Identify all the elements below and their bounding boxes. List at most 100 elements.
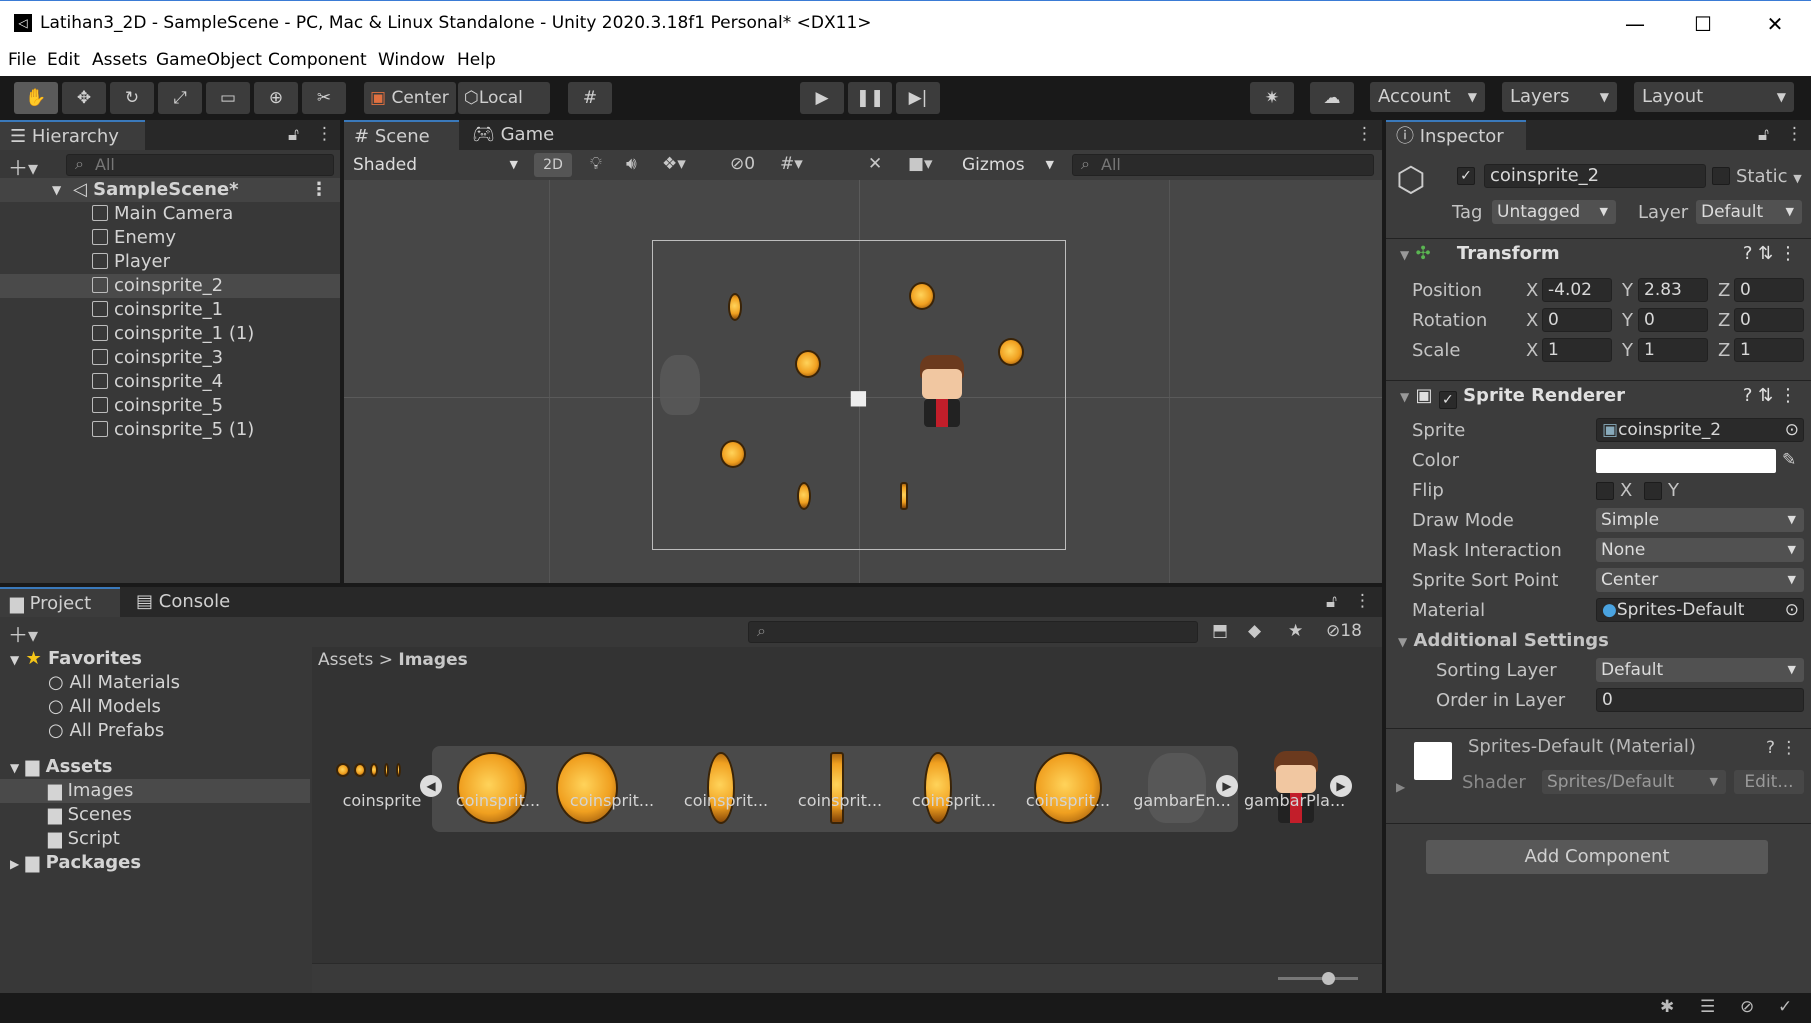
additional-settings-foldout[interactable]: ▼ Additional Settings <box>1398 630 1609 651</box>
cache-icon[interactable]: ☰ <box>1700 997 1715 1017</box>
tab-console[interactable]: ▤ Console <box>126 587 246 617</box>
mask-interaction-dropdown[interactable]: None ▼ <box>1596 538 1804 562</box>
list-item-selected[interactable]: coinsprite_2 <box>0 274 340 298</box>
order-in-layer-field[interactable]: 0 <box>1596 688 1804 712</box>
rect-tool-icon[interactable]: ▭ <box>206 82 250 114</box>
flip-x-checkbox[interactable] <box>1596 482 1614 500</box>
coin-sprite[interactable] <box>728 293 742 321</box>
material-field[interactable]: ●Sprites-Default ⊙ <box>1596 598 1804 622</box>
favorite-item[interactable]: ○ All Prefabs <box>0 719 340 743</box>
space-local-toggle[interactable]: ⬡Local <box>458 82 550 114</box>
scene-viewport[interactable]: ■ <box>344 180 1382 583</box>
lock-icon[interactable]: 🔓︎ <box>288 125 299 145</box>
list-item[interactable]: Enemy <box>0 226 340 250</box>
list-item[interactable]: coinsprite_5 <box>0 394 340 418</box>
active-checkbox[interactable]: ✓ <box>1457 167 1475 185</box>
tag-dropdown[interactable]: Untagged ▼ <box>1492 200 1616 224</box>
draw-mode-dropdown[interactable]: Simple ▼ <box>1596 508 1804 532</box>
scale-y-field[interactable]: 1 <box>1638 338 1708 362</box>
transform-header[interactable]: ▼ ✣ Transform ? ⇅ ⋮ <box>1386 238 1811 268</box>
object-picker-icon[interactable]: ⊙ <box>1785 419 1799 441</box>
shading-mode-dropdown[interactable]: Shaded ▼ <box>348 153 526 177</box>
toggle-2d-button[interactable]: 2D <box>534 153 572 177</box>
create-asset-button[interactable]: ＋▾ <box>8 619 38 648</box>
thumb-coinsprit-5[interactable] <box>924 752 952 824</box>
pivot-center-toggle[interactable]: ▣ Center <box>364 82 456 114</box>
object-picker-icon[interactable]: ⊙ <box>1785 599 1799 621</box>
favorites-header[interactable]: ▼ ★ Favorites <box>0 647 340 671</box>
sort-point-dropdown[interactable]: Center ▼ <box>1596 568 1804 592</box>
lock-icon[interactable]: 🔓︎ <box>1758 125 1769 145</box>
enabled-checkbox[interactable]: ✓ <box>1438 391 1457 409</box>
scale-z-field[interactable]: 1 <box>1734 338 1804 362</box>
edit-shader-button[interactable]: Edit... <box>1734 770 1804 794</box>
layout-dropdown[interactable]: Layout ▼ <box>1634 82 1794 112</box>
camera-icon[interactable]: ■▾ <box>908 154 933 174</box>
list-item[interactable]: Main Camera <box>0 202 340 226</box>
maximize-button[interactable]: ☐ <box>1683 9 1723 39</box>
effects-icon[interactable]: ❖▾ <box>662 154 686 174</box>
hand-tool-icon[interactable]: ✋ <box>14 82 58 114</box>
cloud-icon[interactable]: ☁ <box>1310 82 1354 114</box>
more-menu-icon[interactable]: ⋮ <box>316 124 333 144</box>
move-tool-icon[interactable]: ✥ <box>62 82 106 114</box>
auto-generate-icon[interactable]: ⊘ <box>1740 997 1754 1017</box>
static-label[interactable]: Static ▼ <box>1736 166 1802 187</box>
menu-window[interactable]: Window <box>378 50 445 70</box>
play-button[interactable]: ▶ <box>800 82 844 114</box>
tab-inspector[interactable]: ⓘ Inspector <box>1386 120 1526 150</box>
player-sprite[interactable] <box>914 355 970 433</box>
tab-hierarchy[interactable]: ☰ Hierarchy <box>0 120 145 150</box>
thumb-coinsprite[interactable] <box>336 761 416 781</box>
audio-icon[interactable]: 🔊︎ <box>626 154 637 174</box>
list-item[interactable]: coinsprite_5 (1) <box>0 418 340 442</box>
breadcrumb-images[interactable]: Images <box>398 650 467 670</box>
layers-dropdown[interactable]: Layers ▼ <box>1502 82 1617 112</box>
menu-assets[interactable]: Assets <box>92 50 147 70</box>
position-x-field[interactable]: -4.02 <box>1542 278 1612 302</box>
folder-scenes[interactable]: ▆ Scenes <box>0 803 340 827</box>
position-z-field[interactable]: 0 <box>1734 278 1804 302</box>
menu-component[interactable]: Component <box>268 50 367 70</box>
thumb-gambarenemy[interactable] <box>1148 753 1206 823</box>
collab-icon[interactable]: ✷ <box>1250 82 1294 114</box>
rotation-z-field[interactable]: 0 <box>1734 308 1804 332</box>
thumb-coinsprit-6[interactable] <box>1034 752 1102 824</box>
grid-snap-icon[interactable]: # <box>568 82 612 114</box>
sorting-layer-dropdown[interactable]: Default ▼ <box>1596 658 1804 682</box>
thumb-size-slider[interactable] <box>1278 977 1358 980</box>
object-name-field[interactable]: coinsprite_2 <box>1484 164 1706 188</box>
scene-search-input[interactable]: All <box>1072 154 1374 176</box>
pause-button[interactable]: ❚❚ <box>848 82 892 114</box>
packages-folder[interactable]: ▶ ▆ Packages <box>0 851 340 875</box>
layer-dropdown[interactable]: Default ▼ <box>1696 200 1802 224</box>
hidden-objects-toggle[interactable]: ⊘0 <box>730 154 755 174</box>
grid-visibility-icon[interactable]: #▾ <box>780 154 803 174</box>
menu-file[interactable]: File <box>8 50 36 70</box>
more-menu-icon[interactable]: ⋮ <box>1356 124 1373 144</box>
coin-sprite[interactable] <box>720 440 746 468</box>
thumb-gambarplayer[interactable] <box>1270 751 1322 829</box>
rotate-tool-icon[interactable]: ↻ <box>110 82 154 114</box>
sprite-field[interactable]: ▣coinsprite_2 ⊙ <box>1596 418 1804 442</box>
more-menu-icon[interactable]: ⋮ <box>310 178 328 202</box>
tools-icon[interactable]: ✕ <box>868 154 882 174</box>
enemy-sprite[interactable] <box>660 355 700 415</box>
favorite-item[interactable]: ○ All Models <box>0 695 340 719</box>
rotation-x-field[interactable]: 0 <box>1542 308 1612 332</box>
expand-arrow-icon[interactable]: ▶ <box>1396 780 1405 794</box>
favorite-item[interactable]: ○ All Materials <box>0 671 340 695</box>
component-menu-icons[interactable]: ? ⇅ ⋮ <box>1743 381 1797 411</box>
thumb-coinsprit-2[interactable] <box>556 752 618 824</box>
list-item[interactable]: coinsprite_3 <box>0 346 340 370</box>
lighting-icon[interactable]: 💡︎ <box>590 154 602 174</box>
breadcrumb-assets[interactable]: Assets <box>318 650 373 670</box>
static-checkbox[interactable] <box>1712 167 1730 185</box>
tab-project[interactable]: ▆ Project <box>0 587 120 617</box>
folder-images[interactable]: ▆ Images <box>0 779 310 803</box>
minimize-button[interactable]: — <box>1615 9 1655 39</box>
favorite-star-icon[interactable]: ★ <box>1288 621 1303 641</box>
lock-icon[interactable]: 🔓︎ <box>1326 592 1337 612</box>
list-item[interactable]: coinsprite_1 (1) <box>0 322 340 346</box>
coin-sprite[interactable] <box>795 350 821 378</box>
